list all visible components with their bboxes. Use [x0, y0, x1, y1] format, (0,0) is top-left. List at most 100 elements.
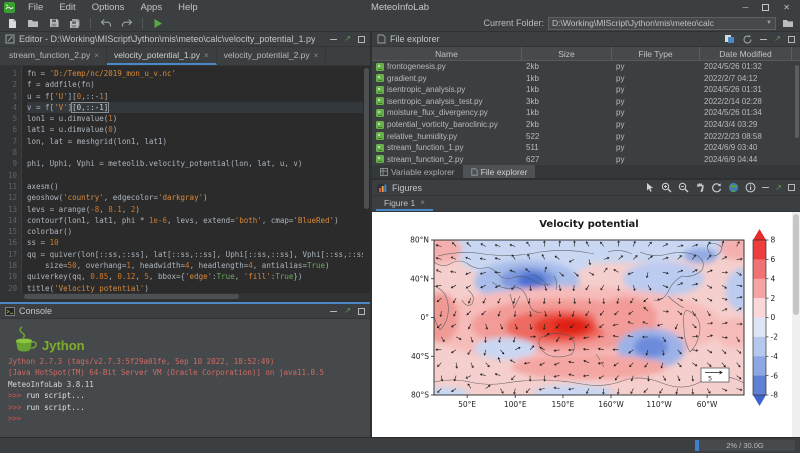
file-name: relative_humidity.py	[372, 132, 522, 141]
save-button[interactable]	[46, 16, 62, 30]
column-header-file-type[interactable]: File Type	[612, 47, 700, 60]
colorbar-tick-label: -8	[771, 391, 779, 400]
copy-path-icon[interactable]	[724, 34, 735, 44]
file-type: py	[612, 120, 700, 129]
menu-edit[interactable]: Edit	[52, 2, 82, 13]
zoom-out-tool-icon[interactable]	[678, 182, 689, 193]
undo-button[interactable]	[98, 16, 114, 30]
code-line: v = f['V'][0,::-1]	[27, 102, 370, 113]
redo-button[interactable]	[119, 16, 135, 30]
info-tool-icon[interactable]	[745, 182, 756, 193]
save-all-button[interactable]	[67, 16, 83, 30]
colorbar-band	[753, 240, 766, 260]
tab-file-explorer[interactable]: File explorer	[463, 165, 536, 178]
window-minimize-button[interactable]: ─	[743, 4, 749, 12]
window-close-button[interactable]: ✕	[783, 4, 790, 12]
menu-file[interactable]: File	[21, 2, 50, 13]
editor-tab-label: velocity_potential_1.py	[114, 50, 200, 60]
figure-tab-close-icon[interactable]: ×	[420, 198, 425, 207]
editor-panel: Editor - D:\Working\MIScript\Jython\mis\…	[0, 32, 370, 300]
column-header-date-modified[interactable]: Date Modified	[700, 47, 792, 60]
menu-apps[interactable]: Apps	[133, 2, 169, 13]
tab-close-icon[interactable]: ×	[204, 51, 209, 60]
file-row[interactable]: frontogenesis.py2kbpy2024/5/26 01:32	[372, 61, 800, 73]
figures-minimize-icon[interactable]	[762, 187, 769, 188]
rotate-tool-icon[interactable]	[711, 182, 722, 193]
console-output[interactable]: Jython Jython 2.7.3 (tags/v2.7.3:5f29a01…	[0, 319, 370, 437]
file-explorer-tab-icon	[471, 168, 478, 176]
file-row[interactable]: isentropic_analysis.py1kbpy2024/5/26 01:…	[372, 84, 800, 96]
column-header-size[interactable]: Size	[522, 47, 612, 60]
editor-tab-velocity_potential_2.py[interactable]: velocity_potential_2.py×	[217, 47, 327, 65]
editor-minimize-icon[interactable]	[330, 39, 337, 40]
code-line: quiverkey(qq, 0.85, 0.12, 5, bbox={'edge…	[27, 271, 370, 282]
tab-variable-explorer[interactable]: Variable explorer	[372, 165, 463, 178]
file-name: isentropic_analysis.py	[372, 85, 522, 94]
console-minimize-icon[interactable]	[330, 311, 337, 312]
code-line: contourf(lon1, lat1, phi * 1e-6, levs, e…	[27, 215, 370, 226]
window-maximize-button[interactable]	[762, 4, 769, 11]
file-row[interactable]: stream_function_1.py511py2024/6/9 03:40	[372, 142, 800, 154]
column-header-name[interactable]: Name	[372, 47, 522, 60]
file-explorer-minimize-icon[interactable]	[760, 39, 767, 40]
editor-tab-bar: stream_function_2.py×velocity_potential_…	[0, 47, 370, 66]
file-size: 627	[522, 155, 612, 164]
menu-help[interactable]: Help	[171, 2, 205, 13]
current-folder-combobox[interactable]: D:\Working\MIScript\Jython\mis\meteo\cal…	[548, 17, 776, 30]
meteoinfolab-window: FileEditOptionsAppsHelp MeteoInfoLab ─ ✕	[0, 0, 800, 453]
quiver-key-value: 5	[708, 375, 712, 383]
tab-figure-1[interactable]: Figure 1 ×	[376, 196, 433, 211]
figures-float-icon[interactable]: ↗	[775, 184, 782, 192]
pan-tool-icon[interactable]	[695, 182, 705, 193]
file-row[interactable]: potential_vorticity_baroclinic.py2kbpy20…	[372, 119, 800, 131]
y-tick-label: 40°S	[411, 352, 429, 361]
editor-tab-label: stream_function_2.py	[9, 50, 90, 60]
figure-canvas[interactable]: Velocity potential50°E100°E150°E160°W110…	[372, 212, 800, 437]
console-float-icon[interactable]: ↗	[344, 307, 351, 315]
file-date: 2024/5/26 01:31	[700, 85, 792, 94]
editor-horizontal-scrollbar[interactable]	[0, 293, 370, 300]
file-explorer-maximize-icon[interactable]	[788, 36, 795, 43]
new-file-button[interactable]	[4, 16, 20, 30]
code-text[interactable]: fn = 'D:/Temp/nc/2019_mon_u_v.nc'f = add…	[22, 66, 370, 293]
colorbar-tick-label: 6	[771, 255, 776, 264]
memory-indicator[interactable]: 2% / 30.0G	[695, 440, 795, 451]
file-row[interactable]: gradient.py1kbpy2022/2/7 04:12	[372, 73, 800, 85]
file-name: moisture_flux_divergency.py	[372, 108, 522, 117]
tab-close-icon[interactable]: ×	[314, 51, 319, 60]
console-line: >>>	[8, 413, 362, 424]
editor-maximize-icon[interactable]	[358, 36, 365, 43]
file-explorer-scrollbar[interactable]	[794, 61, 800, 165]
velocity-potential-plot: Velocity potential50°E100°E150°E160°W110…	[372, 212, 790, 437]
variable-explorer-icon	[380, 168, 388, 176]
figure-scrollbar[interactable]	[792, 212, 800, 437]
x-tick-label: 160°W	[598, 400, 624, 409]
editor-tab-velocity_potential_1.py[interactable]: velocity_potential_1.py ×	[107, 47, 217, 65]
pointer-tool-icon[interactable]	[645, 182, 655, 193]
file-table-header: NameSizeFile TypeDate Modified	[372, 47, 800, 61]
code-line: ss = 10	[27, 237, 370, 248]
zoom-in-tool-icon[interactable]	[661, 182, 672, 193]
editor-tab-stream_function_2.py[interactable]: stream_function_2.py ×	[2, 47, 107, 65]
run-script-button[interactable]	[150, 16, 166, 30]
menu-options[interactable]: Options	[85, 2, 132, 13]
file-row[interactable]: moisture_flux_divergency.py1kbpy2024/5/2…	[372, 107, 800, 119]
file-explorer-float-icon[interactable]: ↗	[774, 35, 781, 43]
code-editor[interactable]: 1234567891011121314151617181920 fn = 'D:…	[0, 66, 370, 293]
file-row[interactable]: relative_humidity.py522py2022/2/23 08:58	[372, 130, 800, 142]
editor-vertical-scrollbar[interactable]	[363, 66, 370, 293]
console-maximize-icon[interactable]	[358, 308, 365, 315]
open-folder-button[interactable]	[25, 16, 41, 30]
file-row[interactable]: isentropic_analysis_test.py3kbpy2022/2/1…	[372, 96, 800, 108]
file-row[interactable]: stream_function_2.py627py2024/6/9 04:44	[372, 153, 800, 165]
refresh-icon[interactable]	[742, 34, 753, 45]
editor-float-icon[interactable]: ↗	[344, 35, 351, 43]
colorbar-band	[753, 279, 766, 299]
x-tick-label: 50°E	[458, 400, 476, 409]
globe-tool-icon[interactable]	[728, 182, 739, 193]
code-line: u = f['U'][0,::-1]	[27, 91, 370, 102]
tab-close-icon[interactable]: ×	[94, 51, 99, 60]
figures-maximize-icon[interactable]	[788, 184, 795, 191]
file-explorer-title: File explorer	[390, 34, 440, 44]
browse-folder-button[interactable]	[780, 16, 796, 30]
